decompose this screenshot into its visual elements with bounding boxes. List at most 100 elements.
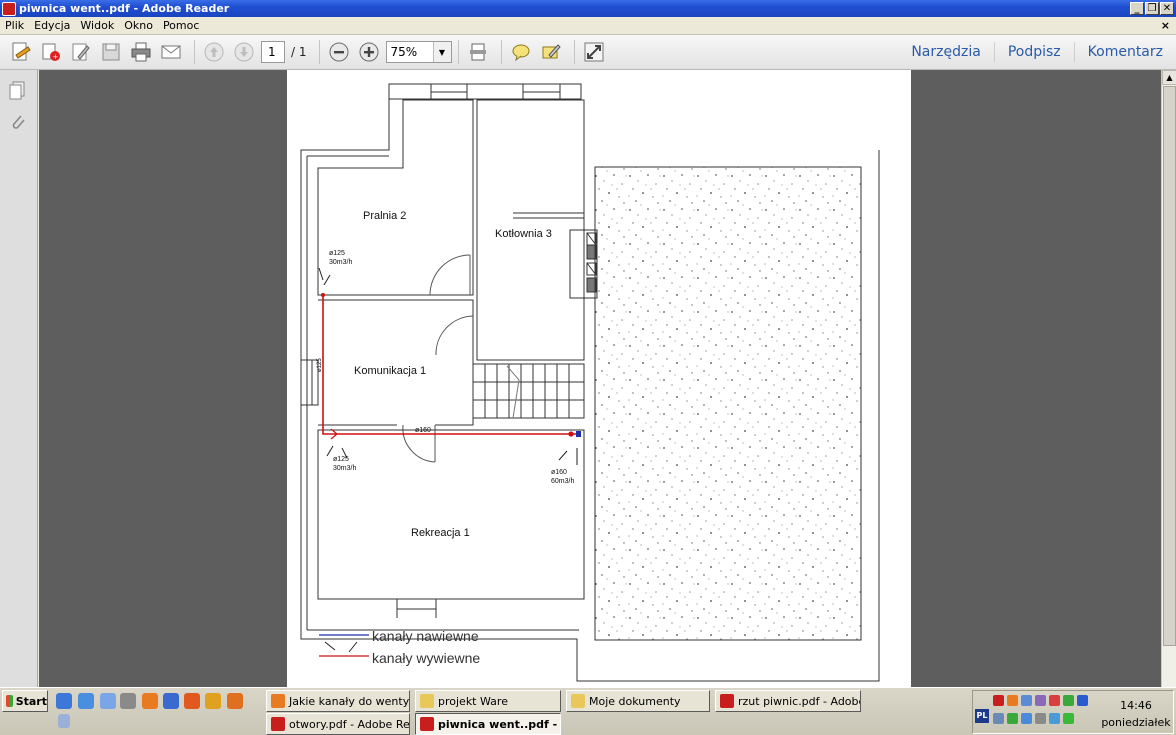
page-thumbnails-button[interactable] [6, 78, 30, 102]
duct-diameter-vertical: ø125 [317, 358, 323, 372]
sign-pane-link[interactable]: Podpisz [993, 42, 1074, 62]
task-projekt-ware[interactable]: projekt Ware [415, 690, 561, 712]
edit-button[interactable] [68, 39, 94, 65]
menu-edycja[interactable]: Edycja [29, 19, 75, 32]
create-pdf-button[interactable] [8, 39, 34, 65]
chevron-down-icon[interactable]: ▼ [432, 42, 451, 62]
toolbar-separator [500, 40, 502, 64]
pdf-icon [271, 717, 285, 731]
duct-flow-right: 60m3/h [551, 478, 574, 485]
combine-files-button[interactable]: + [38, 39, 64, 65]
edit-icon [72, 43, 90, 61]
email-button[interactable] [158, 39, 184, 65]
task-piwnica-went[interactable]: piwnica went..pdf - Ad... [415, 713, 561, 735]
highlight-button[interactable] [538, 39, 564, 65]
vertical-scrollbar[interactable]: ▲ [1161, 70, 1176, 687]
arrow-down-icon [234, 42, 254, 62]
navigation-panel [0, 70, 38, 687]
zoom-out-button[interactable] [326, 39, 352, 65]
quicklaunch-photo-icon[interactable] [205, 693, 221, 709]
tray-speaker-icon[interactable] [1021, 695, 1032, 706]
zoom-out-icon [329, 42, 348, 62]
paperclip-icon [12, 115, 25, 129]
bluetooth-icon[interactable] [1077, 695, 1088, 706]
windows-logo-icon [6, 695, 13, 707]
room-label-pralnia: Pralnia 2 [363, 210, 406, 222]
toolbar-separator [457, 40, 459, 64]
system-tray: PL 14:46 poniedziałek [972, 690, 1174, 734]
tray-drive-icon[interactable] [1035, 713, 1046, 724]
folder-icon [571, 694, 585, 708]
sticky-note-button[interactable] [508, 39, 534, 65]
quicklaunch-document-icon[interactable] [58, 714, 70, 728]
full-screen-button[interactable] [581, 39, 607, 65]
save-button[interactable] [98, 39, 124, 65]
document-view[interactable]: Pralnia 2 Kotłownia 3 Komunikacja 1 Rekr… [39, 70, 1161, 687]
tray-hardware-icon[interactable] [1021, 713, 1032, 724]
tray-connection-icon[interactable] [993, 713, 1004, 724]
page-fit-icon [469, 43, 486, 61]
combine-files-icon: + [42, 43, 60, 61]
scroll-up-arrow[interactable]: ▲ [1162, 70, 1176, 85]
tray-update-icon[interactable] [1007, 695, 1018, 706]
scroll-mode-button[interactable] [465, 39, 491, 65]
task-rzut-piwnic[interactable]: rzut piwnic.pdf - Adobe ... [715, 690, 861, 712]
tray-app-icon[interactable] [1063, 713, 1074, 724]
previous-page-button[interactable] [201, 39, 227, 65]
next-page-button[interactable] [231, 39, 257, 65]
tray-security-icon[interactable] [1049, 695, 1060, 706]
page-number-input[interactable]: 1 [261, 41, 285, 63]
quicklaunch-firefox-icon[interactable] [142, 693, 158, 709]
language-indicator[interactable]: PL [975, 709, 989, 723]
close-document-button[interactable]: × [1161, 19, 1170, 32]
menu-plik[interactable]: Plik [0, 19, 29, 32]
maximize-button[interactable]: ❐ [1145, 2, 1159, 15]
quicklaunch-ie-icon[interactable] [56, 693, 72, 709]
close-button[interactable]: ✕ [1160, 2, 1174, 15]
toolbar-separator [194, 40, 195, 64]
quicklaunch-tool-icon[interactable] [227, 693, 243, 709]
task-firefox[interactable]: Jakie kanały do wentylac... [266, 690, 410, 712]
task-otwory[interactable]: otwory.pdf - Adobe Rea... [266, 713, 410, 735]
tray-signal-icon[interactable] [1063, 695, 1074, 706]
create-pdf-icon [12, 42, 31, 61]
quicklaunch-app-icon[interactable] [184, 693, 200, 709]
adobe-reader-icon [2, 1, 16, 16]
legend-label-exhaust: kanały wywiewne [372, 650, 480, 666]
quicklaunch-network-icon[interactable] [120, 693, 136, 709]
zoom-in-button[interactable] [356, 39, 382, 65]
tray-network-icon[interactable] [1035, 695, 1046, 706]
duct-flow-top: 30m3/h [329, 259, 352, 266]
pdf-icon [420, 717, 434, 731]
expand-icon [584, 42, 603, 62]
pages-icon [9, 81, 25, 100]
task-moje-dokumenty[interactable]: Moje dokumenty [566, 690, 710, 712]
tray-pdf-icon[interactable] [993, 695, 1004, 706]
menu-pomoc[interactable]: Pomoc [158, 19, 204, 32]
page-total: / 1 [291, 45, 307, 59]
task-label: Jakie kanały do wentylac... [289, 694, 410, 708]
save-icon [102, 43, 120, 61]
toolbar: + 1 / 1 75% ▼ Narzędzia Podpisz Komentar… [0, 35, 1176, 70]
room-label-kotlownia: Kotłownia 3 [495, 228, 552, 240]
comment-pane-link[interactable]: Komentarz [1073, 42, 1176, 62]
floor-plan-drawing: Pralnia 2 Kotłownia 3 Komunikacja 1 Rekr… [300, 83, 880, 682]
tray-monitor-icon[interactable] [1049, 713, 1060, 724]
arrow-up-icon [204, 42, 224, 62]
quicklaunch-browser-icon[interactable] [163, 693, 179, 709]
start-button[interactable]: Start [2, 690, 48, 712]
clock[interactable]: 14:46 poniedziałek [1101, 699, 1171, 729]
zoom-select[interactable]: 75% ▼ [385, 41, 452, 63]
tray-antivirus-icon[interactable] [1007, 713, 1018, 724]
clock-day: poniedziałek [1101, 716, 1171, 729]
menu-okno[interactable]: Okno [119, 19, 158, 32]
menu-widok[interactable]: Widok [75, 19, 119, 32]
minimize-button[interactable]: _ [1130, 2, 1144, 15]
scroll-thumb[interactable] [1163, 86, 1176, 646]
tools-pane-link[interactable]: Narzędzia [898, 42, 993, 62]
quicklaunch-outlook-icon[interactable] [78, 693, 94, 709]
quicklaunch-messenger-icon[interactable] [100, 693, 116, 709]
duct-flow-bottom: 30m3/h [333, 465, 356, 472]
print-button[interactable] [128, 39, 154, 65]
attachments-button[interactable] [6, 110, 30, 134]
